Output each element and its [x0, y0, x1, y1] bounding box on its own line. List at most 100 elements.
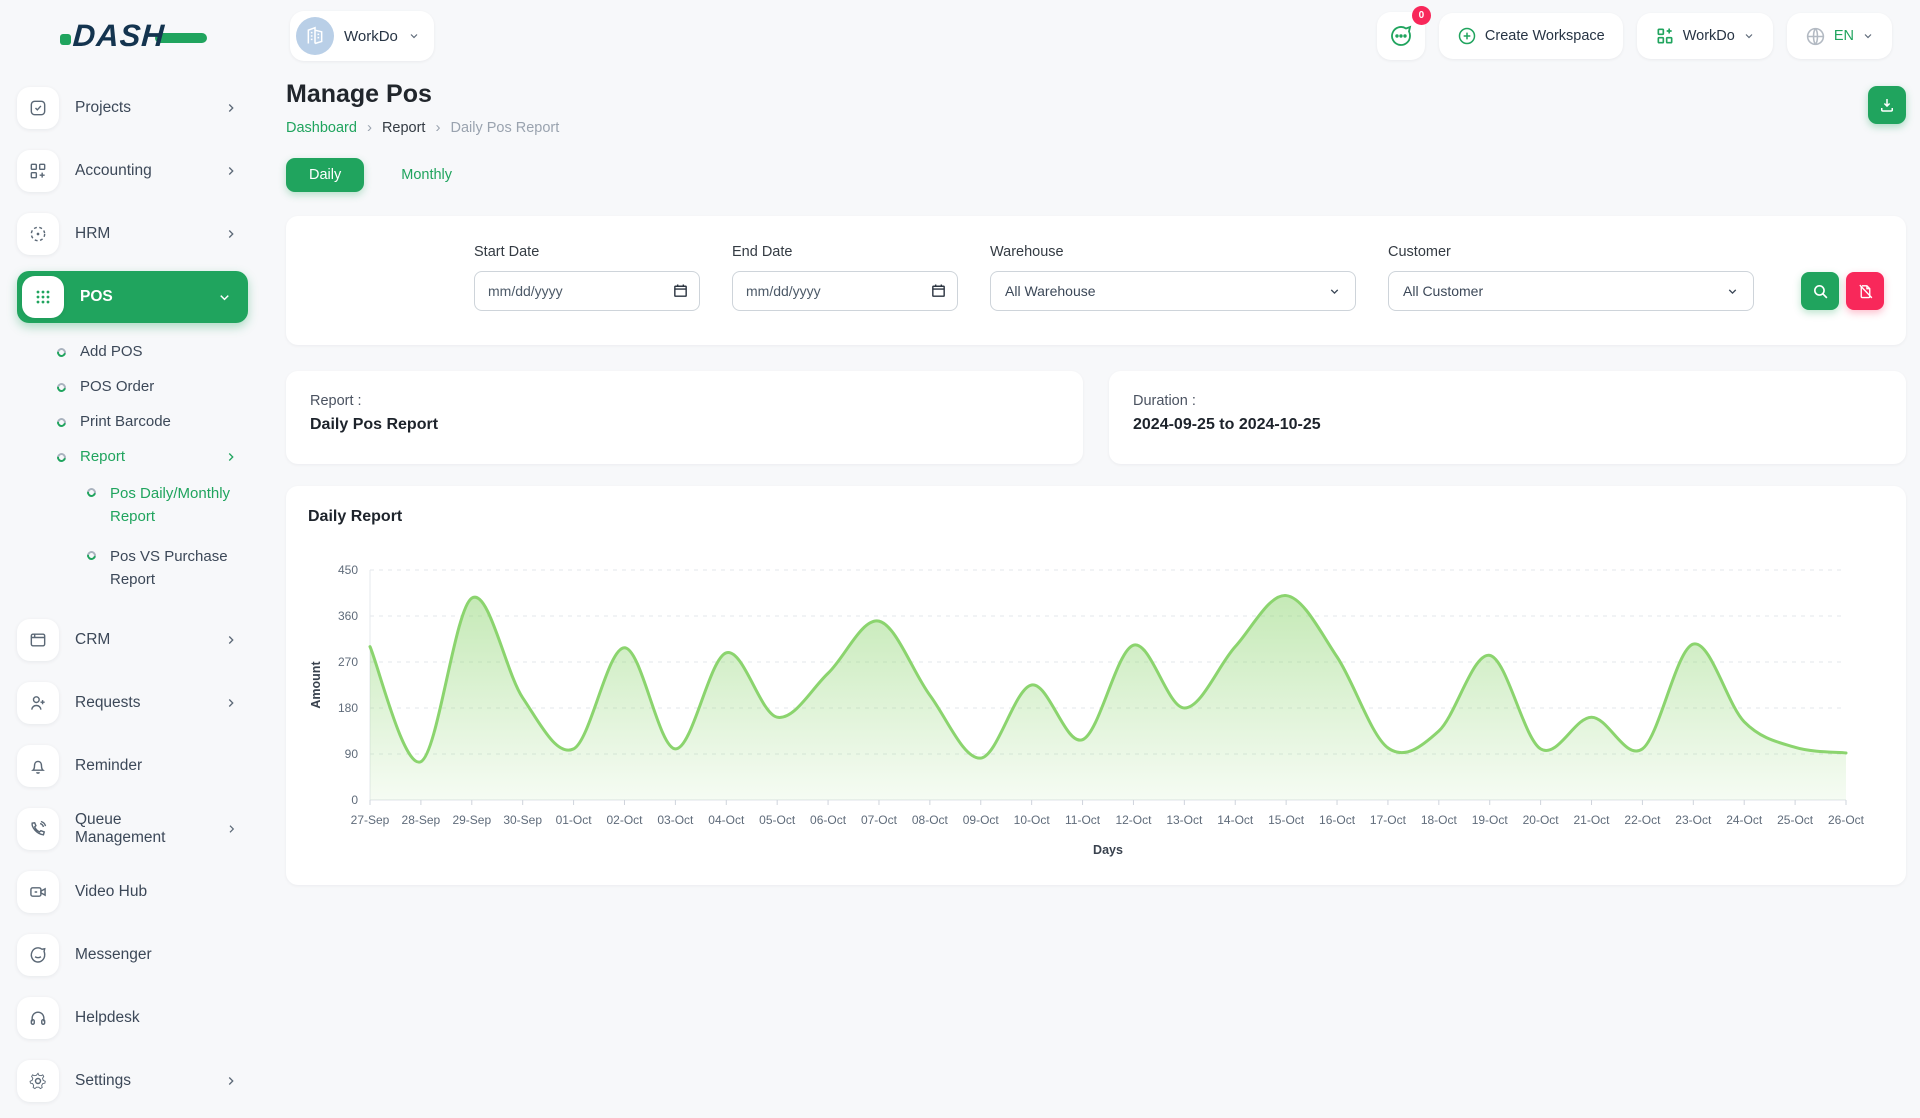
- tab-monthly[interactable]: Monthly: [378, 158, 475, 192]
- sidebar-item-label: POS: [80, 288, 113, 306]
- report-label: Report :: [310, 393, 1059, 409]
- breadcrumb-current: Daily Pos Report: [450, 120, 559, 136]
- chevron-right-icon: [224, 633, 238, 647]
- svg-text:23-Oct: 23-Oct: [1675, 813, 1712, 827]
- sidebar-item-accounting[interactable]: Accounting: [17, 145, 248, 197]
- chevron-down-icon: [1726, 285, 1739, 298]
- reset-filter-button[interactable]: [1846, 272, 1884, 310]
- chevron-right-icon: [224, 696, 238, 710]
- chevron-right-icon: [224, 101, 238, 115]
- sidebar-item-label: Accounting: [75, 162, 152, 180]
- sidebar-item-helpdesk[interactable]: Helpdesk: [17, 992, 248, 1044]
- headphones-icon: [17, 997, 59, 1039]
- plus-circle-icon: [1457, 26, 1477, 46]
- chevron-down-icon: [408, 30, 420, 42]
- sidebar-item-label: Pos Daily/Monthly Report: [110, 483, 248, 528]
- chevron-right-icon: [224, 450, 238, 464]
- workdo-menu-label: WorkDo: [1683, 28, 1735, 44]
- svg-text:25-Oct: 25-Oct: [1777, 813, 1814, 827]
- queue-phone-icon: [17, 808, 59, 850]
- sidebar-item-projects[interactable]: Projects: [17, 82, 248, 134]
- svg-text:270: 270: [338, 655, 358, 669]
- svg-text:19-Oct: 19-Oct: [1472, 813, 1509, 827]
- top-header: DASH WorkDo 0 Create Workspace WorkDo EN: [0, 0, 1920, 72]
- projects-icon: [17, 87, 59, 129]
- logo-dot: [60, 34, 71, 45]
- filter-panel: Start Date End Date Warehouse All Wareho…: [286, 216, 1906, 345]
- app-logo: DASH: [60, 18, 290, 54]
- sidebar-item-label: POS Order: [80, 378, 154, 395]
- warehouse-select[interactable]: All Warehouse: [990, 271, 1356, 311]
- create-workspace-label: Create Workspace: [1485, 28, 1605, 44]
- messages-button[interactable]: 0: [1377, 12, 1425, 60]
- end-date-label: End Date: [732, 244, 958, 260]
- sidebar-item-label: Queue Management: [75, 811, 209, 847]
- sidebar-item-crm[interactable]: CRM: [17, 614, 248, 666]
- sidebar-item-label: CRM: [75, 631, 110, 649]
- sidebar-item-pos-vs-purchase-report[interactable]: Pos VS Purchase Report: [17, 537, 248, 600]
- main-content: Manage Pos Dashboard › Report › Daily Po…: [286, 72, 1906, 885]
- sidebar-item-queue-management[interactable]: Queue Management: [17, 803, 248, 855]
- building-icon: [305, 26, 325, 46]
- svg-text:16-Oct: 16-Oct: [1319, 813, 1356, 827]
- duration-summary-card: Duration : 2024-09-25 to 2024-10-25: [1109, 371, 1906, 464]
- end-date-input[interactable]: [732, 271, 958, 311]
- sidebar-item-label: Pos VS Purchase Report: [110, 546, 248, 591]
- sidebar-item-pos-order[interactable]: POS Order: [17, 369, 248, 404]
- calendar-icon[interactable]: [930, 282, 947, 299]
- sidebar-item-label: Requests: [75, 694, 140, 712]
- summary-cards: Report : Daily Pos Report Duration : 202…: [286, 371, 1906, 464]
- download-report-button[interactable]: [1868, 86, 1906, 124]
- breadcrumb-report[interactable]: Report: [382, 120, 426, 136]
- sidebar-item-label: HRM: [75, 225, 110, 243]
- svg-text:15-Oct: 15-Oct: [1268, 813, 1305, 827]
- svg-text:450: 450: [338, 563, 358, 577]
- svg-text:14-Oct: 14-Oct: [1217, 813, 1254, 827]
- workdo-menu-button[interactable]: WorkDo: [1637, 13, 1773, 59]
- download-icon: [1878, 96, 1896, 114]
- breadcrumb-dashboard[interactable]: Dashboard: [286, 120, 357, 136]
- sidebar-item-video-hub[interactable]: Video Hub: [17, 866, 248, 918]
- tab-daily[interactable]: Daily: [286, 158, 364, 192]
- svg-text:18-Oct: 18-Oct: [1421, 813, 1458, 827]
- chart-title: Daily Report: [308, 508, 1886, 526]
- hrm-icon: [17, 213, 59, 255]
- sidebar-item-report[interactable]: Report: [17, 439, 248, 474]
- video-camera-icon: [17, 871, 59, 913]
- svg-text:05-Oct: 05-Oct: [759, 813, 796, 827]
- create-workspace-button[interactable]: Create Workspace: [1439, 13, 1623, 59]
- bullet-icon: [55, 381, 68, 394]
- svg-text:Amount: Amount: [309, 661, 323, 709]
- language-selector[interactable]: EN: [1787, 13, 1892, 59]
- calendar-icon[interactable]: [672, 282, 689, 299]
- chevron-down-icon: [217, 290, 232, 305]
- start-date-label: Start Date: [474, 244, 700, 260]
- sidebar-item-print-barcode[interactable]: Print Barcode: [17, 404, 248, 439]
- svg-text:24-Oct: 24-Oct: [1726, 813, 1763, 827]
- report-period-tabs: Daily Monthly: [286, 158, 1906, 192]
- report-summary-card: Report : Daily Pos Report: [286, 371, 1083, 464]
- sidebar-item-messenger[interactable]: Messenger: [17, 929, 248, 981]
- sidebar-item-pos-daily-monthly-report[interactable]: Pos Daily/Monthly Report: [17, 474, 248, 537]
- page-title: Manage Pos: [286, 80, 559, 109]
- sidebar-item-hrm[interactable]: HRM: [17, 208, 248, 260]
- messenger-icon: [17, 934, 59, 976]
- start-date-input[interactable]: [474, 271, 700, 311]
- sidebar-item-pos[interactable]: POS: [17, 271, 248, 323]
- breadcrumb-separator: ›: [435, 119, 440, 136]
- workspace-switcher[interactable]: WorkDo: [290, 11, 434, 61]
- report-value: Daily Pos Report: [310, 416, 1059, 434]
- sidebar-item-add-pos[interactable]: Add POS: [17, 334, 248, 369]
- logo-text: DASH: [72, 18, 166, 54]
- svg-text:07-Oct: 07-Oct: [861, 813, 898, 827]
- grid-plus-icon: [1655, 26, 1675, 46]
- sidebar-item-settings[interactable]: Settings: [17, 1055, 248, 1107]
- svg-text:03-Oct: 03-Oct: [657, 813, 694, 827]
- sidebar-item-reminder[interactable]: Reminder: [17, 740, 248, 792]
- bullet-icon: [55, 451, 68, 464]
- sidebar-item-requests[interactable]: Requests: [17, 677, 248, 729]
- sidebar-item-label: Helpdesk: [75, 1009, 140, 1027]
- search-button[interactable]: [1801, 272, 1839, 310]
- chevron-down-icon: [1328, 285, 1341, 298]
- customer-select[interactable]: All Customer: [1388, 271, 1754, 311]
